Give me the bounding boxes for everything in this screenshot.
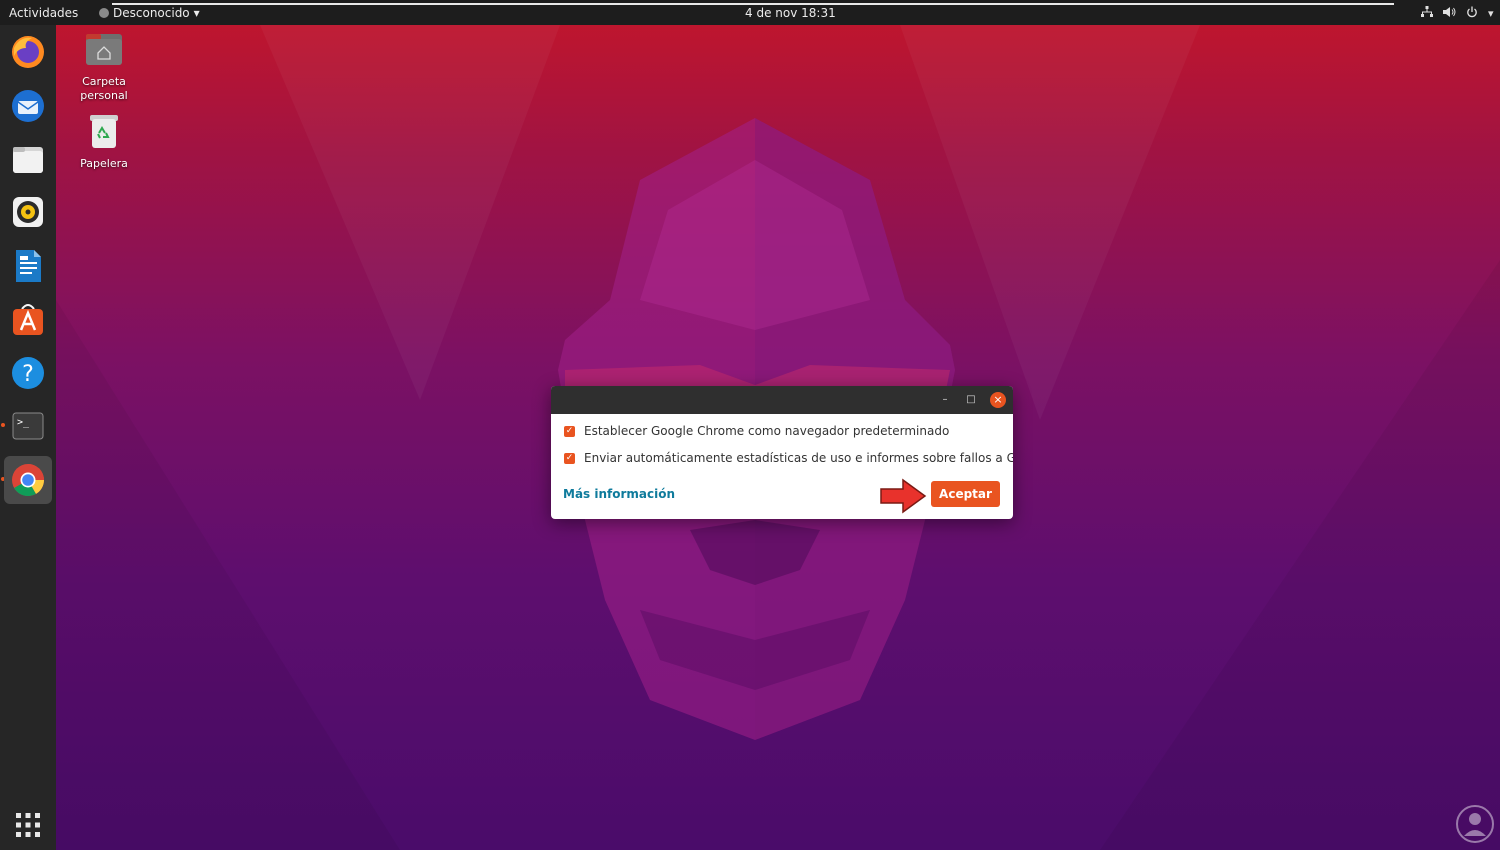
app-menu[interactable]: Desconocido ▾ — [99, 6, 200, 20]
desktop-icon-label: personal — [80, 89, 128, 102]
help-glyph: ? — [22, 362, 34, 387]
dock-item-google-chrome[interactable] — [4, 456, 52, 504]
default-browser-option[interactable]: ✓ Establecer Google Chrome como navegado… — [564, 424, 949, 438]
dock-item-files[interactable] — [4, 135, 52, 183]
dock-item-libreoffice-writer[interactable] — [4, 242, 52, 290]
terminal-prompt: >_ — [17, 417, 30, 428]
volume-icon[interactable] — [1443, 6, 1456, 22]
help-icon: ? — [10, 355, 46, 391]
thunderbird-icon — [10, 88, 46, 124]
dock-item-terminal[interactable]: >_ — [4, 402, 52, 450]
send-stats-option[interactable]: ✓ Enviar automáticamente estadísticas de… — [564, 451, 1013, 465]
dialog-titlebar[interactable]: – □ × — [551, 386, 1013, 414]
annotation-arrow-icon — [879, 478, 927, 518]
desktop-icon-label: Papelera — [80, 157, 128, 170]
desktop-icon-label: Carpeta — [82, 75, 126, 88]
topbar-highlight-line — [112, 3, 1394, 5]
send-stats-label: Enviar automáticamente estadísticas de u… — [584, 451, 1013, 465]
close-icon: × — [993, 393, 1003, 406]
close-button[interactable]: × — [990, 392, 1006, 408]
desktop-icon-home-folder[interactable]: Carpeta personal — [56, 31, 152, 103]
activities-button[interactable]: Actividades — [9, 6, 78, 20]
maximize-icon: □ — [966, 394, 976, 405]
checkmark-icon: ✓ — [565, 425, 574, 436]
minimize-icon: – — [942, 394, 948, 405]
minimize-button[interactable]: – — [937, 392, 953, 408]
firefox-icon — [10, 34, 46, 70]
more-info-link[interactable]: Más información — [563, 487, 675, 501]
desktop-icon-trash[interactable]: Papelera — [56, 113, 152, 171]
chevron-down-icon: ▾ — [193, 6, 200, 20]
send-stats-checkbox[interactable]: ✓ — [564, 452, 575, 464]
chevron-down-icon[interactable]: ▾ — [1488, 7, 1494, 21]
network-icon[interactable] — [1421, 6, 1433, 22]
chrome-first-run-dialog: – □ × ✓ Establecer Google Chrome como na… — [551, 386, 1013, 519]
rhythmbox-icon — [10, 194, 46, 230]
checkmark-icon: ✓ — [565, 452, 574, 463]
software-icon — [10, 301, 46, 337]
dock: ? >_ — [0, 25, 56, 850]
system-tray[interactable]: ▾ — [1421, 6, 1494, 22]
default-browser-label: Establecer Google Chrome como navegador … — [584, 424, 950, 438]
writer-icon — [10, 248, 46, 284]
power-icon[interactable] — [1466, 6, 1478, 22]
dock-item-thunderbird[interactable] — [4, 82, 52, 130]
files-icon — [10, 141, 46, 177]
clock[interactable]: 4 de nov 18:31 — [745, 6, 836, 20]
terminal-icon: >_ — [10, 408, 46, 444]
dock-item-rhythmbox[interactable] — [4, 188, 52, 236]
dock-item-help[interactable]: ? — [4, 349, 52, 397]
apps-grid-icon — [10, 807, 46, 843]
chrome-icon — [10, 462, 46, 498]
dock-item-ubuntu-software[interactable] — [4, 295, 52, 343]
maximize-button[interactable]: □ — [963, 392, 979, 408]
app-menu-label: Desconocido — [113, 6, 190, 20]
home-folder-icon — [56, 31, 152, 71]
show-applications-button[interactable] — [4, 801, 52, 849]
dock-item-firefox[interactable] — [4, 28, 52, 76]
top-bar: Actividades Desconocido ▾ 4 de nov 18:31… — [0, 0, 1500, 25]
watermark-logo-icon — [1455, 804, 1495, 848]
default-browser-checkbox[interactable]: ✓ — [564, 425, 575, 437]
app-menu-icon — [99, 8, 109, 18]
trash-icon — [56, 113, 152, 153]
accept-button[interactable]: Aceptar — [931, 481, 1000, 507]
